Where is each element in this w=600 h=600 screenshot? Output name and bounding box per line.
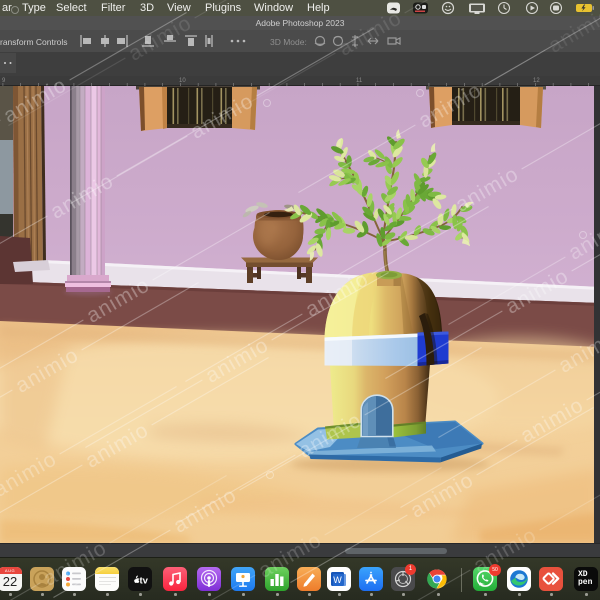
- svg-text:W: W: [333, 575, 342, 585]
- svg-text:tv: tv: [140, 576, 149, 587]
